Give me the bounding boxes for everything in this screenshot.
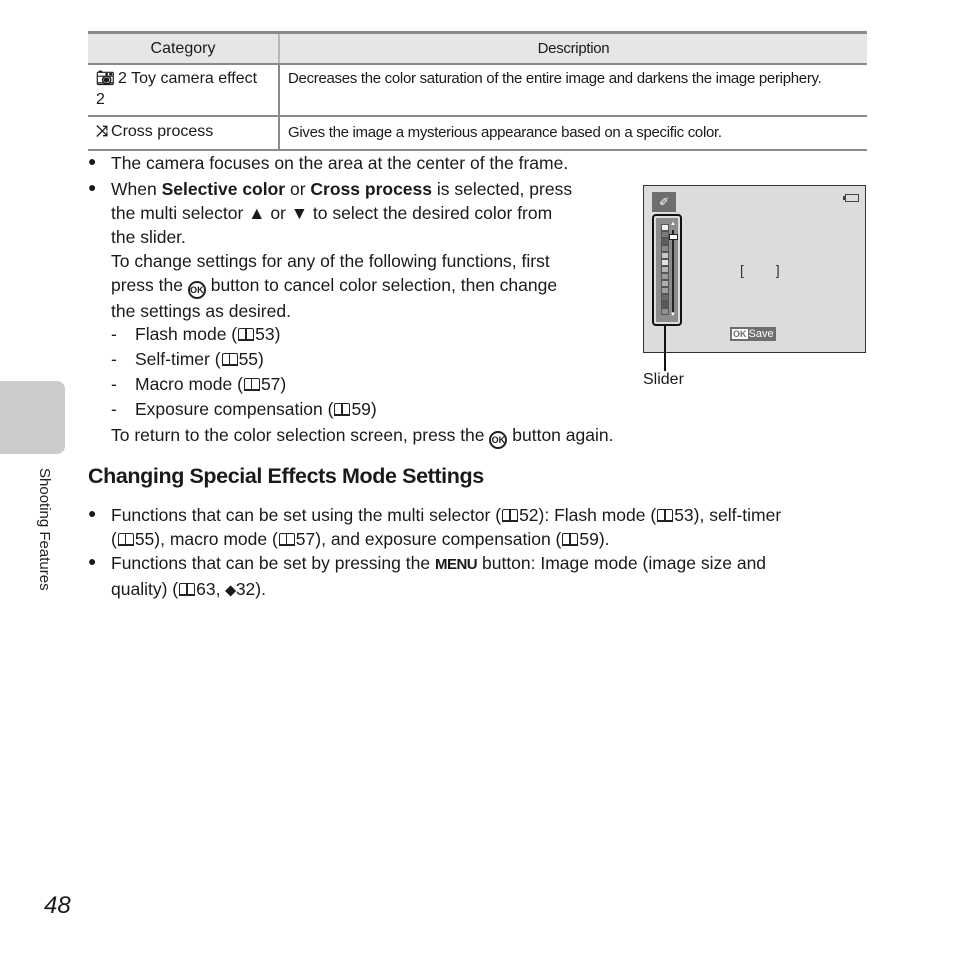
callout-line xyxy=(664,325,666,371)
battery-icon xyxy=(843,194,859,202)
slider-down-arrow-icon: ▼ xyxy=(670,312,676,318)
category-cell: Cross process xyxy=(111,123,214,140)
save-indicator: OK Save xyxy=(730,327,776,341)
color-swatch xyxy=(661,280,669,287)
page-number: 48 xyxy=(44,892,71,919)
book-icon xyxy=(278,533,295,546)
color-swatch xyxy=(661,259,669,266)
bullet-icon: ● xyxy=(88,553,97,569)
book-icon xyxy=(221,353,238,366)
color-slider: ▲ ▼ xyxy=(652,214,682,326)
color-swatch xyxy=(661,287,669,294)
color-swatch xyxy=(661,245,669,252)
color-swatch xyxy=(661,294,669,301)
table-row: ⤨ Cross process Gives the image a mysteri… xyxy=(88,116,867,151)
bullet-text: Functions that can be set by pressing th… xyxy=(111,553,767,599)
slider-thumb xyxy=(669,234,678,240)
book-icon xyxy=(179,583,196,596)
book-icon xyxy=(243,378,260,391)
color-swatch xyxy=(661,266,669,273)
color-swatches xyxy=(661,224,669,315)
slider-callout-label: Slider xyxy=(643,371,684,388)
cross-process-icon: ⤨ xyxy=(96,123,109,140)
bullet-text: Functions that can be set using the mult… xyxy=(111,505,782,549)
sub-list: - Flash mode (53) - Self-timer (55) - Macro… xyxy=(111,322,377,421)
ok-button-icon: OK xyxy=(489,431,508,449)
color-swatch xyxy=(661,273,669,280)
sub-item: - Exposure compensation (59) xyxy=(111,399,377,419)
bullet-icon: ● xyxy=(88,179,97,195)
table-row: 📷︎ 2 Toy camera effect 2 Decreases the co… xyxy=(88,64,867,117)
slider-up-arrow-icon: ▲ xyxy=(670,221,676,227)
description-cell: Decreases the color saturation of the en… xyxy=(279,64,867,117)
slider-track xyxy=(672,230,674,312)
sub-item: - Self-timer (55) xyxy=(111,349,264,369)
color-swatch xyxy=(661,301,669,308)
reference-section-icon: ⬥ xyxy=(225,582,236,599)
menu-button-icon: MENU xyxy=(434,556,478,573)
ok-button-icon: OK xyxy=(187,281,206,299)
bullet-text: The camera focuses on the area at the ce… xyxy=(111,153,569,173)
chapter-side-tab xyxy=(0,381,65,454)
focus-brackets: [ ] xyxy=(740,262,794,278)
header-description: Description xyxy=(279,31,867,65)
bullet-icon: ● xyxy=(88,505,97,521)
section-title: Changing Special Effects Mode Settings xyxy=(88,464,484,488)
book-icon xyxy=(117,533,134,546)
color-swatch xyxy=(661,252,669,259)
ok-icon: OK xyxy=(732,329,748,339)
description-cell: Gives the image a mysterious appearance … xyxy=(279,116,867,151)
color-swatch xyxy=(661,231,669,238)
sub-item: - Macro mode (57) xyxy=(111,374,287,394)
bullet-text: When Selective color or Cross process is… xyxy=(111,179,573,321)
return-instruction: To return to the color selection screen,… xyxy=(111,423,613,449)
bullet-icon: ● xyxy=(88,153,97,169)
color-swatch xyxy=(661,238,669,245)
book-icon xyxy=(334,403,351,416)
toy-camera-2-icon: 📷︎ xyxy=(96,70,116,87)
category-cell: 2 Toy camera effect 2 xyxy=(96,70,258,108)
book-icon xyxy=(502,509,519,522)
eyedropper-icon: ✐ xyxy=(652,192,676,212)
chapter-label: Shooting Features xyxy=(36,468,53,591)
sub-item: - Flash mode (53) xyxy=(111,324,281,344)
effects-table: Category Description 📷︎ 2 Toy camera effe… xyxy=(88,31,867,151)
color-swatch xyxy=(661,224,669,231)
book-icon xyxy=(562,533,579,546)
book-icon xyxy=(238,328,255,341)
color-swatch xyxy=(661,308,669,315)
book-icon xyxy=(657,509,674,522)
header-category: Category xyxy=(88,31,280,65)
camera-screen-illustration: ✐ ▲ ▼ [ ] OK Save xyxy=(643,185,866,353)
